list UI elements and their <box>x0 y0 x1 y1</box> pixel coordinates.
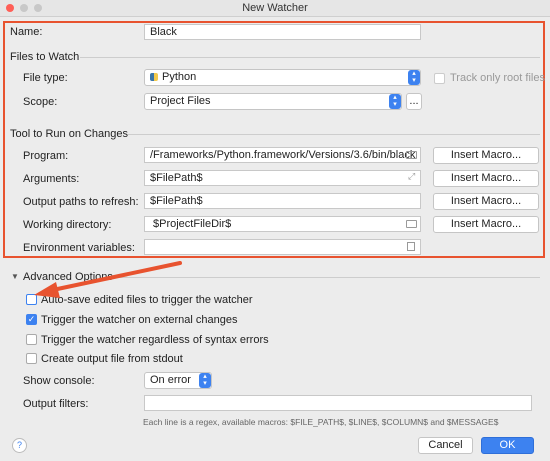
tool-heading: Tool to Run on Changes <box>10 128 129 140</box>
red-arrow-pointer <box>34 261 182 298</box>
console-stepper-icon[interactable]: ▴ ▾ <box>199 373 211 388</box>
syntax-errors-checkbox[interactable] <box>26 334 37 345</box>
filters-label: Output filters: <box>23 398 89 410</box>
cancel-button[interactable]: Cancel <box>418 437 473 454</box>
track-root-checkbox[interactable] <box>434 73 445 84</box>
window-title: New Watcher <box>242 2 308 14</box>
folder-icon[interactable] <box>406 151 417 159</box>
name-input[interactable]: Black <box>144 24 421 40</box>
scope-label: Scope: <box>23 96 58 108</box>
external-changes-label: Trigger the watcher on external changes <box>41 314 238 326</box>
scope-select[interactable]: Project Files <box>144 93 402 110</box>
scope-stepper-icon[interactable]: ▴ ▾ <box>389 94 401 109</box>
filters-hint: Each line is a regex, available macros: … <box>143 417 499 427</box>
filters-input[interactable] <box>144 395 532 411</box>
arguments-input[interactable]: $FilePath$ <box>144 170 421 186</box>
python-icon <box>150 73 158 81</box>
console-label: Show console: <box>23 375 95 387</box>
output-paths-label: Output paths to refresh: <box>23 196 139 208</box>
edit-list-icon[interactable] <box>407 242 415 251</box>
syntax-errors-label: Trigger the watcher regardless of syntax… <box>41 334 269 346</box>
ok-button[interactable]: OK <box>481 437 534 454</box>
file-type-value: Python <box>162 71 197 83</box>
name-label: Name: <box>10 26 43 38</box>
track-root-label: Track only root files <box>450 72 545 84</box>
env-label: Environment variables: <box>23 242 135 254</box>
stdout-label: Create output file from stdout <box>41 353 183 365</box>
help-button[interactable]: ? <box>12 438 27 453</box>
working-dir-label: Working directory: <box>23 219 112 231</box>
console-value: On error <box>150 374 191 386</box>
output-paths-input[interactable]: $FilePath$ <box>144 193 421 209</box>
expand-icon[interactable]: ⤢ <box>408 171 415 182</box>
program-insert-macro-button[interactable]: Insert Macro... <box>433 147 539 164</box>
working-dir-input[interactable]: $ProjectFileDir$ <box>144 216 421 232</box>
separator <box>128 134 540 135</box>
output-paths-insert-macro-button[interactable]: Insert Macro... <box>433 193 539 210</box>
file-type-label: File type: <box>23 72 68 84</box>
scope-browse-button[interactable]: ... <box>406 93 422 110</box>
env-input[interactable] <box>144 239 421 255</box>
stdout-checkbox[interactable] <box>26 353 37 364</box>
arguments-insert-macro-button[interactable]: Insert Macro... <box>433 170 539 187</box>
separator <box>80 57 540 58</box>
scope-value: Project Files <box>150 95 211 107</box>
working-dir-insert-macro-button[interactable]: Insert Macro... <box>433 216 539 233</box>
files-to-watch-heading: Files to Watch <box>10 51 80 63</box>
folder-icon[interactable] <box>406 220 417 228</box>
program-label: Program: <box>23 150 69 162</box>
file-type-stepper-icon[interactable]: ▴ ▾ <box>408 70 420 85</box>
external-changes-checkbox[interactable]: ✓ <box>26 314 37 325</box>
program-input[interactable]: /Frameworks/Python.framework/Versions/3.… <box>144 147 421 163</box>
arguments-label: Arguments: <box>23 173 80 185</box>
file-type-select[interactable]: Python <box>144 69 421 86</box>
collapse-chevron-icon[interactable]: ▼ <box>11 272 19 281</box>
